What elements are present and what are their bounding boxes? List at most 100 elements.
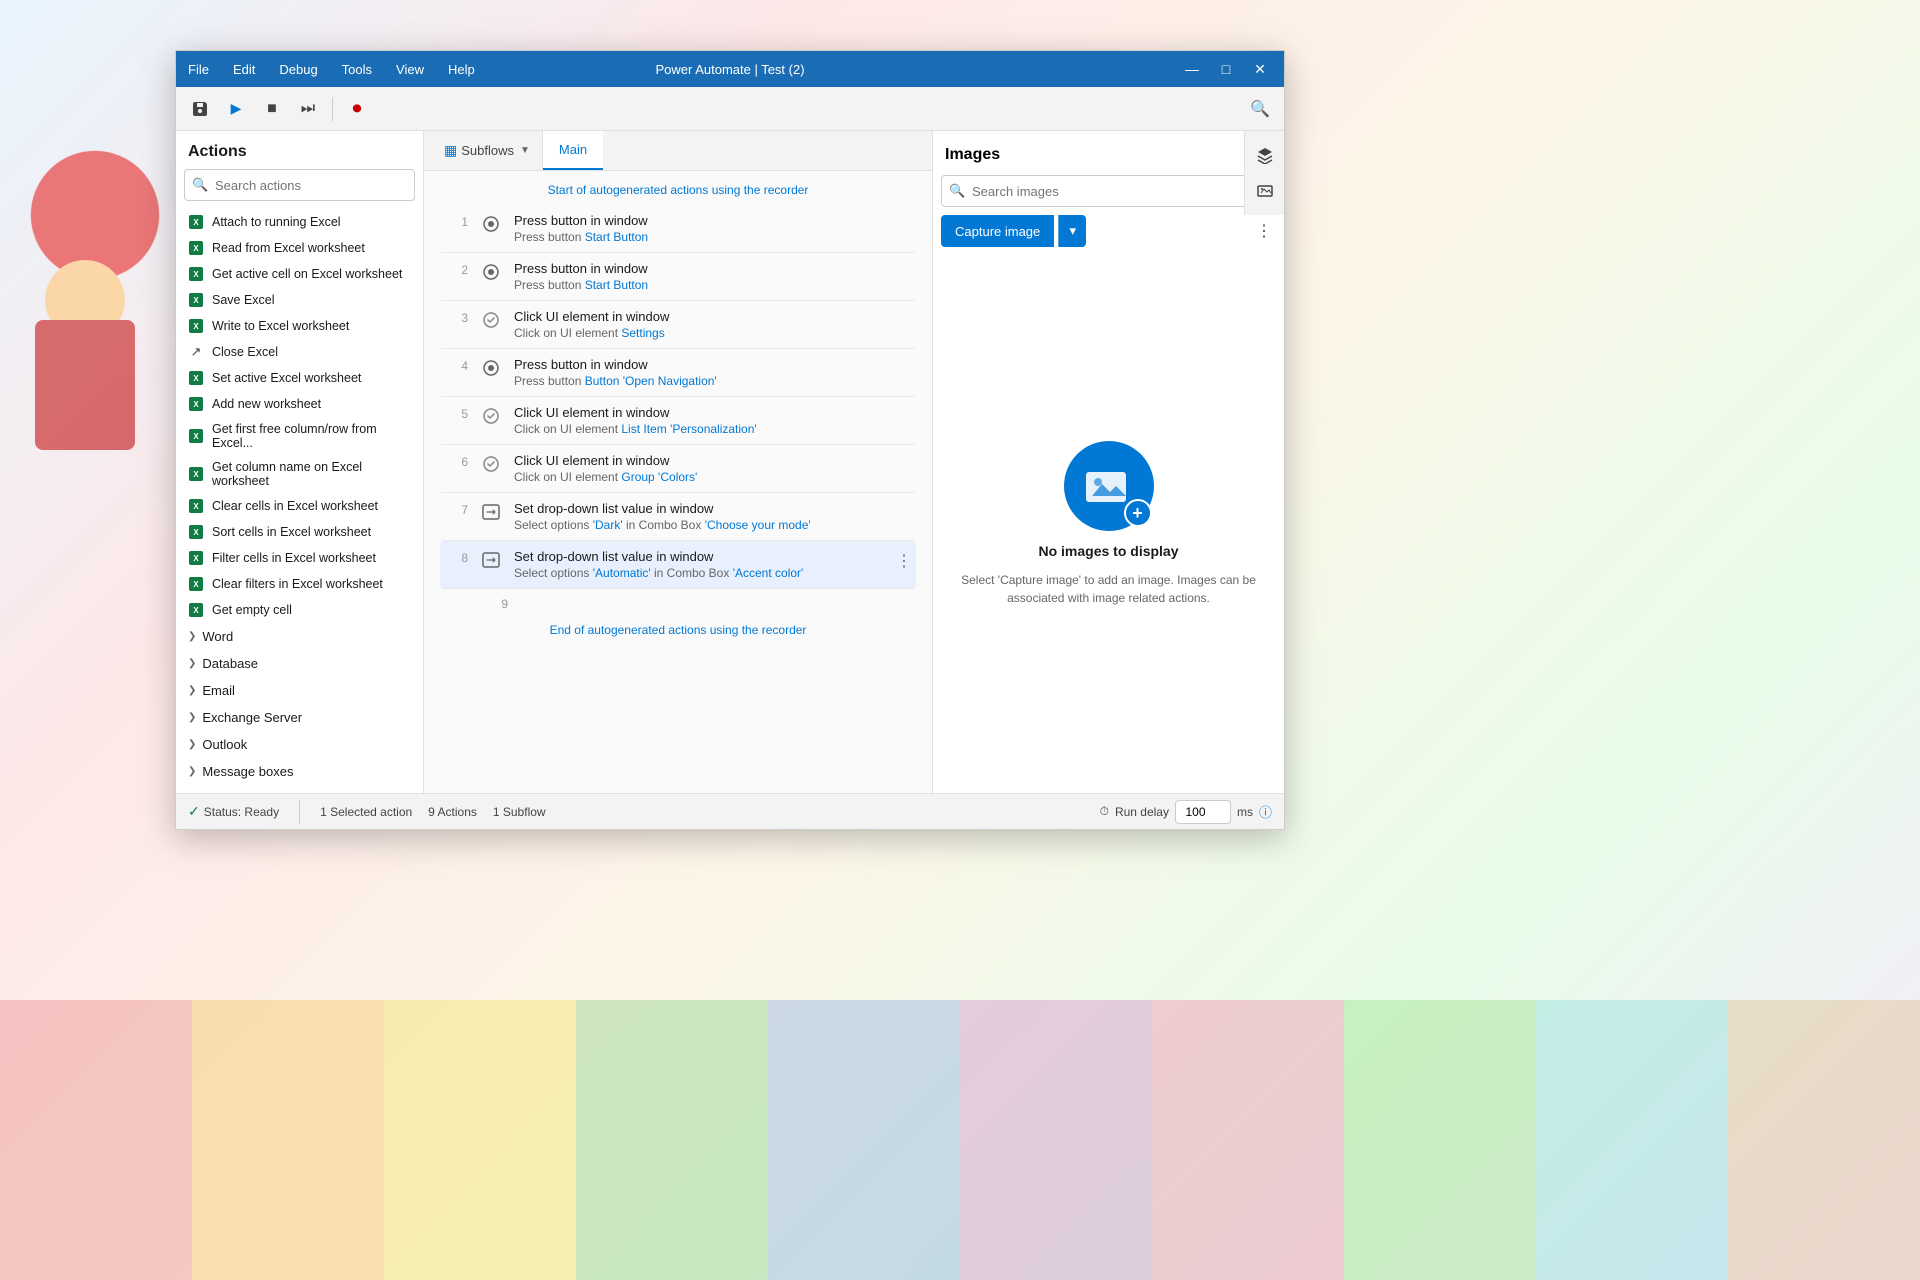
action-label: Set active Excel worksheet (212, 371, 361, 385)
step-body: Click UI element in window Click on UI e… (514, 405, 916, 436)
action-item-get-active-cell[interactable]: X Get active cell on Excel worksheet (176, 261, 423, 287)
image-list-icon-button[interactable] (1249, 175, 1281, 207)
action-label: Clear cells in Excel worksheet (212, 499, 378, 513)
menu-view[interactable]: View (384, 51, 436, 87)
action-label: Filter cells in Excel worksheet (212, 551, 376, 565)
menu-tools[interactable]: Tools (330, 51, 384, 87)
run-button[interactable]: ▶ (220, 93, 252, 125)
step-title: Set drop-down list value in window (514, 501, 916, 516)
minimize-button[interactable]: — (1176, 55, 1208, 83)
save-button[interactable] (184, 93, 216, 125)
actions-search-input[interactable] (184, 169, 415, 201)
images-panel: Images ✕ 🔍 Capture image ▾ ⋮ (932, 131, 1284, 793)
category-arrow-icon: ❯ (188, 658, 196, 669)
subflows-button[interactable]: ▦ Subflows ▼ (432, 131, 543, 170)
actions-title: Actions (176, 131, 423, 169)
run-delay-input[interactable] (1175, 800, 1231, 824)
flow-step-5[interactable]: 5 Click UI element in window Click on UI… (440, 397, 916, 445)
run-delay-label: Run delay (1115, 805, 1169, 819)
title-bar: File Edit Debug Tools View Help Power Au… (176, 51, 1284, 87)
menu-bar: File Edit Debug Tools View Help (176, 51, 487, 87)
flow-step-3[interactable]: 3 Click UI element in window Click on UI… (440, 301, 916, 349)
step-body: Set drop-down list value in window Selec… (514, 501, 916, 532)
step-title: Click UI element in window (514, 309, 916, 324)
action-item-read-excel[interactable]: X Read from Excel worksheet (176, 235, 423, 261)
toolbar-search-button[interactable]: 🔍 (1244, 93, 1276, 125)
step-icon (480, 501, 502, 523)
action-excel-icon: X (188, 318, 204, 334)
category-label: Word (202, 629, 233, 644)
images-search-input[interactable] (941, 175, 1276, 207)
actions-count: 9 Actions (428, 805, 477, 819)
action-label: Get empty cell (212, 603, 292, 617)
flow-step-6[interactable]: 6 Click UI element in window Click on UI… (440, 445, 916, 493)
step-number: 2 (440, 261, 468, 277)
action-item-set-active-worksheet[interactable]: X Set active Excel worksheet (176, 365, 423, 391)
menu-debug[interactable]: Debug (267, 51, 329, 87)
category-database[interactable]: ❯ Database (176, 650, 423, 677)
action-item-add-worksheet[interactable]: X Add new worksheet (176, 391, 423, 417)
action-item-clear-filters[interactable]: X Clear filters in Excel worksheet (176, 571, 423, 597)
category-message-boxes[interactable]: ❯ Message boxes (176, 758, 423, 785)
maximize-button[interactable]: □ (1210, 55, 1242, 83)
flow-step-7[interactable]: 7 Set drop-down list value in window Sel… (440, 493, 916, 541)
toolbar: ▶ ■ ⏭ ⏺ 🔍 (176, 87, 1284, 131)
flow-step-4[interactable]: 4 Press button in window Press button Bu… (440, 349, 916, 397)
category-label: Database (202, 656, 258, 671)
info-icon[interactable]: ⓘ (1259, 802, 1272, 821)
flow-step-8[interactable]: 8 Set drop-down list value in window Sel… (440, 541, 916, 589)
images-toolbar: Capture image ▾ ⋮ (933, 215, 1284, 255)
step-title: Press button in window (514, 261, 916, 276)
step-detail: Press button Start Button (514, 230, 916, 244)
action-item-write-excel[interactable]: X Write to Excel worksheet (176, 313, 423, 339)
images-more-button[interactable]: ⋮ (1252, 215, 1276, 247)
flow-step-2[interactable]: 2 Press button in window Press button St… (440, 253, 916, 301)
menu-file[interactable]: File (176, 51, 221, 87)
action-item-get-empty-cell[interactable]: X Get empty cell (176, 597, 423, 623)
bg-color-blocks (0, 1000, 1920, 1280)
action-item-save-excel[interactable]: X Save Excel (176, 287, 423, 313)
flow-end-note: End of autogenerated actions using the r… (440, 611, 916, 645)
step-icon (480, 453, 502, 475)
capture-image-button[interactable]: Capture image (941, 215, 1054, 247)
action-item-close-excel[interactable]: ↗ Close Excel (176, 339, 423, 365)
capture-image-dropdown[interactable]: ▾ (1058, 215, 1086, 247)
action-label: Attach to running Excel (212, 215, 341, 229)
status-text: Status: Ready (204, 805, 279, 819)
action-item-filter-cells[interactable]: X Filter cells in Excel worksheet (176, 545, 423, 571)
category-mouse-keyboard[interactable]: ❯ Mouse and keyboard (176, 785, 423, 793)
category-label: Exchange Server (202, 710, 302, 725)
action-item-get-first-free[interactable]: X Get first free column/row from Excel..… (176, 417, 423, 455)
category-exchange[interactable]: ❯ Exchange Server (176, 704, 423, 731)
layers-icon-button[interactable] (1249, 139, 1281, 171)
step-button[interactable]: ⏭ (292, 93, 324, 125)
action-excel-icon: X (188, 524, 204, 540)
subflow-count: 1 Subflow (493, 805, 546, 819)
step-more-button[interactable]: ⋮ (892, 549, 916, 573)
action-item-get-column-name[interactable]: X Get column name on Excel worksheet (176, 455, 423, 493)
bg-block (384, 1000, 576, 1280)
step-icon (480, 405, 502, 427)
run-delay-group: ⏱ Run delay ms ⓘ (1100, 800, 1272, 824)
step-number: 4 (440, 357, 468, 373)
tab-main[interactable]: Main (543, 131, 603, 170)
images-empty-title: No images to display (1038, 543, 1178, 559)
stop-button[interactable]: ■ (256, 93, 288, 125)
action-item-attach-excel[interactable]: X Attach to running Excel (176, 209, 423, 235)
images-search-box: 🔍 (941, 175, 1276, 207)
menu-help[interactable]: Help (436, 51, 487, 87)
action-label: Close Excel (212, 345, 278, 359)
category-email[interactable]: ❯ Email (176, 677, 423, 704)
close-button[interactable]: ✕ (1244, 55, 1276, 83)
step-icon (480, 309, 502, 331)
action-item-sort-cells[interactable]: X Sort cells in Excel worksheet (176, 519, 423, 545)
step-icon (480, 357, 502, 379)
record-button[interactable]: ⏺ (341, 93, 373, 125)
flow-step-1[interactable]: 1 Press button in window Press button St… (440, 205, 916, 253)
step-detail: Press button Start Button (514, 278, 916, 292)
window-title: Power Automate | Test (2) (655, 62, 804, 77)
category-word[interactable]: ❯ Word (176, 623, 423, 650)
menu-edit[interactable]: Edit (221, 51, 267, 87)
action-item-clear-cells[interactable]: X Clear cells in Excel worksheet (176, 493, 423, 519)
category-outlook[interactable]: ❯ Outlook (176, 731, 423, 758)
